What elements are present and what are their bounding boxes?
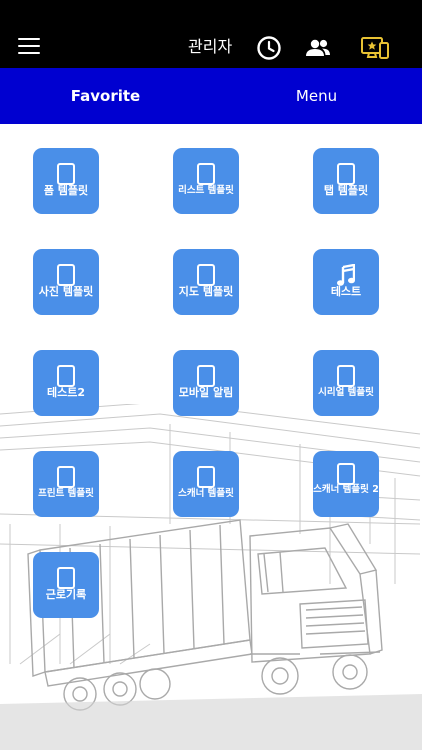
people-icon[interactable] — [304, 34, 332, 62]
tablet-icon — [57, 163, 75, 185]
device-star-icon[interactable] — [360, 34, 390, 62]
music-note-icon — [337, 264, 355, 286]
tile-label: 사진 템플릿 — [38, 285, 94, 298]
clock-icon[interactable] — [255, 34, 283, 62]
tile-scanner-template[interactable]: 스캐너 템플릿 — [173, 451, 239, 517]
tab-menu[interactable]: Menu — [211, 68, 422, 124]
tablet-icon — [337, 463, 355, 485]
tile-label: 테스트2 — [46, 386, 85, 399]
user-name: 관리자 — [188, 37, 233, 56]
tile-scanner-template-2[interactable]: 스캐너 템플릿 2 — [313, 451, 379, 517]
tile-mobile-notification[interactable]: 모바일 알림 — [173, 350, 239, 416]
tablet-icon — [57, 567, 75, 589]
tile-tab-template[interactable]: 탭 템플릿 — [313, 148, 379, 214]
tablet-icon — [337, 365, 355, 387]
tile-label: 스캐너 템플릿 — [178, 488, 234, 499]
tile-label: 폼 템플릿 — [43, 184, 89, 197]
tile-test2[interactable]: 테스트2 — [33, 350, 99, 416]
tablet-icon — [57, 264, 75, 286]
hamburger-menu-icon[interactable] — [18, 38, 40, 56]
tile-label: 모바일 알림 — [178, 386, 234, 399]
tab-favorite[interactable]: Favorite — [0, 68, 211, 124]
tab-bar: Favorite Menu — [0, 68, 422, 124]
tile-test[interactable]: 테스트 — [313, 249, 379, 315]
tablet-icon — [57, 466, 75, 488]
favorite-grid-area: 폼 템플릿 리스트 템플릿 탭 템플릿 사진 템플릿 지도 템플릿 테스트 테스… — [0, 124, 422, 750]
tile-list-template[interactable]: 리스트 템플릿 — [173, 148, 239, 214]
tile-work-record[interactable]: 근로기록 — [33, 552, 99, 618]
tile-photo-template[interactable]: 사진 템플릿 — [33, 249, 99, 315]
tile-label: 프린트 템플릿 — [38, 488, 94, 499]
tablet-icon — [197, 466, 215, 488]
tile-label: 시리얼 템플릿 — [318, 387, 374, 398]
tablet-icon — [197, 163, 215, 185]
tile-label: 탭 템플릿 — [323, 184, 369, 197]
tile-label: 근로기록 — [45, 588, 87, 601]
tablet-icon — [197, 264, 215, 286]
tile-label: 스캐너 템플릿 2 — [313, 484, 379, 495]
tile-label: 지도 템플릿 — [178, 285, 234, 298]
tile-label: 리스트 템플릿 — [178, 185, 234, 196]
tablet-icon — [337, 163, 355, 185]
app-header: 관리자 — [0, 0, 422, 68]
tablet-icon — [197, 365, 215, 387]
tile-serial-template[interactable]: 시리얼 템플릿 — [313, 350, 379, 416]
tile-print-template[interactable]: 프린트 템플릿 — [33, 451, 99, 517]
tile-map-template[interactable]: 지도 템플릿 — [173, 249, 239, 315]
tablet-icon — [57, 365, 75, 387]
tile-label: 테스트 — [330, 285, 362, 298]
tile-form-template[interactable]: 폼 템플릿 — [33, 148, 99, 214]
